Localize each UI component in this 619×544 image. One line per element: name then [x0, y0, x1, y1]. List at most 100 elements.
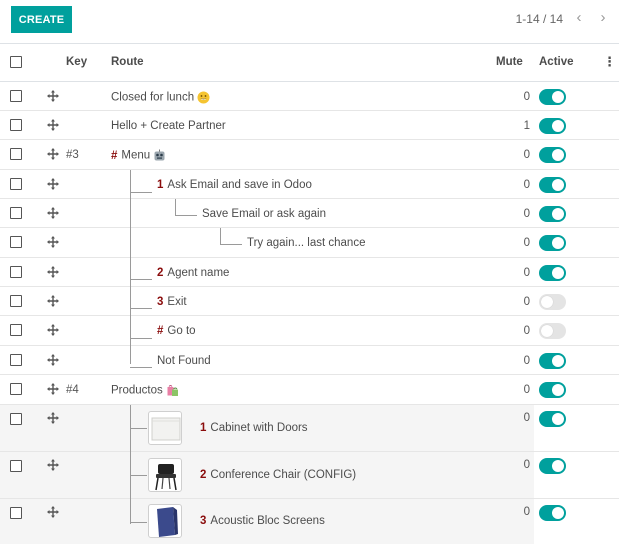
active-toggle[interactable] [539, 382, 566, 398]
row-checkbox[interactable] [10, 354, 22, 366]
active-cell [534, 346, 619, 374]
active-cell [534, 316, 619, 345]
active-toggle[interactable] [539, 118, 566, 134]
pager-next-icon[interactable]: › [596, 10, 610, 26]
tree-connector [130, 405, 131, 524]
move-handle-icon[interactable] [46, 323, 60, 337]
table-row[interactable]: Closed for lunch 0 [0, 82, 619, 111]
table-row[interactable]: 3 Exit 0 [0, 287, 619, 316]
row-checkbox[interactable] [10, 119, 22, 131]
row-checkbox[interactable] [10, 507, 22, 519]
active-cell [534, 258, 619, 286]
route-number: 1 [157, 179, 164, 191]
tree-connector [220, 244, 242, 245]
column-header-key[interactable]: Key [66, 56, 87, 68]
move-handle-icon[interactable] [46, 294, 60, 308]
table-row[interactable]: Save Email or ask again 0 [0, 199, 619, 228]
table-row[interactable]: Not Found 0 [0, 346, 619, 375]
mute-value: 0 [523, 459, 530, 471]
row-checkbox[interactable] [10, 324, 22, 336]
row-checkbox[interactable] [10, 90, 22, 102]
active-cell [534, 199, 619, 227]
list-header: Key Route Mute Active ⋮ [0, 44, 619, 82]
table-row[interactable]: # Go to 0 [0, 316, 619, 346]
select-all-checkbox[interactable] [10, 56, 22, 68]
active-toggle[interactable] [539, 458, 566, 474]
optional-columns-icon[interactable]: ⋮ [603, 54, 616, 70]
move-handle-icon[interactable] [46, 118, 60, 132]
table-row[interactable]: 1 Cabinet with Doors 0 [0, 405, 619, 452]
key-value: #4 [66, 384, 79, 396]
active-toggle[interactable] [539, 411, 566, 427]
pager-value[interactable]: 1-14 / 14 [516, 12, 563, 26]
tree-connector [220, 228, 221, 244]
active-toggle[interactable] [539, 294, 566, 310]
row-checkbox[interactable] [10, 460, 22, 472]
mute-value: 0 [523, 384, 530, 396]
table-row[interactable]: Try again... last chance 0 [0, 228, 619, 258]
active-toggle[interactable] [539, 89, 566, 105]
active-toggle[interactable] [539, 265, 566, 281]
row-checkbox[interactable] [10, 383, 22, 395]
move-handle-icon[interactable] [46, 206, 60, 220]
pager-previous-icon[interactable]: ‹ [572, 10, 586, 26]
active-toggle[interactable] [539, 177, 566, 193]
active-toggle[interactable] [539, 206, 566, 222]
move-handle-icon[interactable] [46, 505, 60, 519]
move-handle-icon[interactable] [46, 177, 60, 191]
table-row[interactable]: 3 Acoustic Bloc Screens 0 [0, 499, 619, 544]
tree-connector [130, 338, 152, 339]
mute-value: 0 [523, 296, 530, 308]
table-row[interactable]: Hello + Create Partner 1 [0, 111, 619, 140]
tree-connector [130, 192, 152, 193]
row-checkbox[interactable] [10, 207, 22, 219]
active-toggle[interactable] [539, 235, 566, 251]
route-number: 2 [200, 469, 207, 481]
mute-value: 0 [523, 506, 530, 518]
active-cell [534, 82, 619, 110]
row-checkbox[interactable] [10, 295, 22, 307]
tree-connector [175, 199, 176, 215]
active-toggle[interactable] [539, 353, 566, 369]
mute-value: 0 [523, 355, 530, 367]
column-header-mute[interactable]: Mute [496, 56, 523, 68]
route-number: 3 [200, 515, 207, 527]
mute-value: 0 [523, 208, 530, 220]
active-toggle[interactable] [539, 323, 566, 339]
column-header-active[interactable]: Active [539, 56, 574, 68]
move-handle-icon[interactable] [46, 235, 60, 249]
active-cell [534, 170, 619, 198]
route-number: 3 [157, 296, 164, 308]
move-handle-icon[interactable] [46, 411, 60, 425]
mute-value: 0 [523, 179, 530, 191]
row-checkbox[interactable] [10, 266, 22, 278]
active-cell [534, 405, 619, 451]
smiling-face-icon [197, 91, 210, 104]
row-checkbox[interactable] [10, 236, 22, 248]
route-number: 2 [157, 267, 164, 279]
move-handle-icon[interactable] [46, 89, 60, 103]
column-header-route[interactable]: Route [111, 56, 144, 68]
mute-value: 0 [523, 412, 530, 424]
move-handle-icon[interactable] [46, 147, 60, 161]
route-name: Not Found [157, 355, 211, 367]
move-handle-icon[interactable] [46, 458, 60, 472]
route-name: 1 Cabinet with Doors [200, 422, 308, 434]
table-row[interactable]: 1 Ask Email and save in Odoo 0 [0, 170, 619, 199]
move-handle-icon[interactable] [46, 353, 60, 367]
move-handle-icon[interactable] [46, 265, 60, 279]
mute-value: 0 [523, 267, 530, 279]
row-checkbox[interactable] [10, 413, 22, 425]
create-button[interactable]: CREATE [11, 6, 72, 33]
tree-connector [175, 215, 197, 216]
table-row[interactable]: 2 Agent name 0 [0, 258, 619, 287]
move-handle-icon[interactable] [46, 382, 60, 396]
table-row[interactable]: #4 Productos 0 [0, 375, 619, 405]
row-checkbox[interactable] [10, 148, 22, 160]
row-checkbox[interactable] [10, 178, 22, 190]
active-toggle[interactable] [539, 505, 566, 521]
table-row[interactable]: #3 # Menu 0 [0, 140, 619, 170]
active-toggle[interactable] [539, 147, 566, 163]
mute-value: 0 [523, 237, 530, 249]
table-row[interactable]: 2 Conference Chair (CONFIG) 0 [0, 452, 619, 499]
